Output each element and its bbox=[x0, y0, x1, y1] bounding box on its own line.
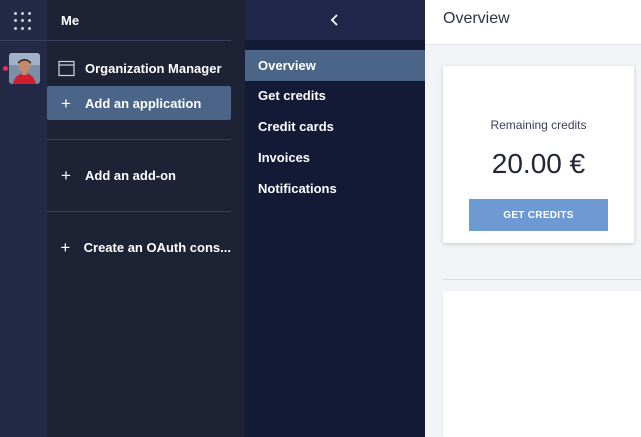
rail-divider bbox=[0, 40, 47, 41]
app-rail bbox=[0, 0, 47, 437]
window-icon bbox=[47, 60, 85, 77]
organization-panel: Me Organization Manager + Add an applica… bbox=[47, 0, 245, 437]
plus-icon: + bbox=[61, 93, 71, 113]
get-credits-button[interactable]: GET CREDITS bbox=[469, 199, 608, 231]
collapse-chevron-left-icon[interactable] bbox=[245, 0, 425, 40]
main-header: Overview bbox=[425, 0, 641, 45]
subnav-overview[interactable]: Overview bbox=[245, 50, 425, 81]
avatar-indicator-dot bbox=[3, 66, 8, 71]
me-title: Me bbox=[61, 13, 80, 28]
apps-grid-icon[interactable] bbox=[14, 12, 32, 30]
divider bbox=[47, 139, 231, 140]
credits-card: Remaining credits 20.00 € GET CREDITS bbox=[443, 66, 634, 243]
remaining-credits-label: Remaining credits bbox=[490, 118, 587, 132]
user-avatar[interactable] bbox=[9, 53, 40, 84]
divider bbox=[47, 40, 231, 41]
organization-manager-item[interactable]: Organization Manager bbox=[47, 51, 231, 85]
subnav-credit-cards[interactable]: Credit cards bbox=[245, 111, 425, 142]
subnav-get-credits[interactable]: Get credits bbox=[245, 80, 425, 111]
create-oauth-consumer-button[interactable]: + Create an OAuth cons... bbox=[47, 230, 231, 264]
add-addon-label: Add an add-on bbox=[85, 167, 176, 183]
add-application-label: Add an application bbox=[85, 95, 202, 111]
create-oauth-consumer-label: Create an OAuth cons... bbox=[83, 239, 231, 255]
plus-icon: + bbox=[60, 237, 71, 257]
content-card bbox=[443, 291, 641, 437]
main-content: Overview Remaining credits 20.00 € GET C… bbox=[425, 0, 641, 437]
add-application-button[interactable]: + Add an application bbox=[47, 86, 231, 120]
subnav-notifications[interactable]: Notifications bbox=[245, 173, 425, 204]
remaining-credits-value: 20.00 € bbox=[491, 148, 586, 179]
section-divider bbox=[443, 279, 641, 280]
page-title: Overview bbox=[443, 10, 510, 27]
plus-icon: + bbox=[61, 165, 71, 185]
subnav-invoices[interactable]: Invoices bbox=[245, 142, 425, 173]
sub-navigation: Overview Get credits Credit cards Invoic… bbox=[245, 0, 425, 437]
divider bbox=[47, 211, 231, 212]
add-addon-button[interactable]: + Add an add-on bbox=[47, 158, 231, 192]
organization-name: Organization Manager bbox=[85, 60, 222, 76]
